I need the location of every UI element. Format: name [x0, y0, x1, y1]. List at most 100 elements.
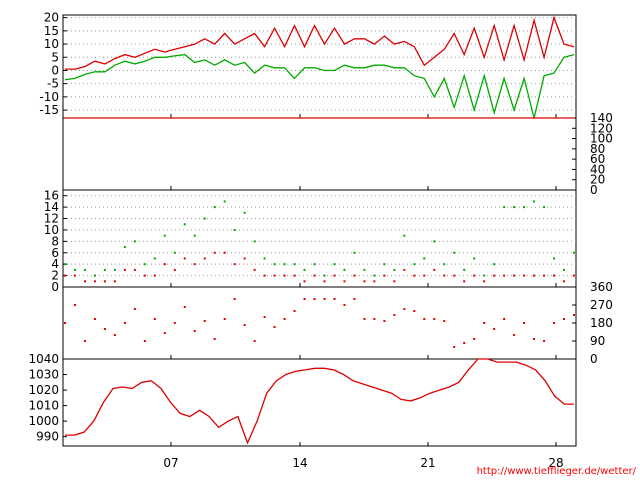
- panel-3-series-red-point: [143, 274, 146, 277]
- panel-3-series-red-point: [533, 274, 536, 277]
- chart-panels: 20151050-5-10-15140120100806040200161412…: [28, 11, 612, 470]
- panel-5-frame: [62, 358, 577, 447]
- panel-3-series-red-point: [93, 280, 96, 283]
- panel-3-series-red-point: [303, 280, 306, 283]
- panel-3-series-red-point: [103, 280, 106, 283]
- panel-1-y-tick-label: 10: [44, 37, 59, 51]
- panel-3-series-red-point: [423, 274, 426, 277]
- panel-3-series-green-point: [133, 240, 136, 243]
- x-tick-label: 21: [420, 456, 435, 470]
- panel-3-series-red-point: [413, 274, 416, 277]
- panel-3-series-green-point: [273, 263, 276, 266]
- panel-4-series-red-point: [543, 340, 546, 342]
- panel-4-series-red-point: [293, 310, 296, 312]
- panel-3-series-red-point: [513, 274, 516, 277]
- panel-3-series-green-point: [503, 206, 506, 209]
- panel-4-y-tick-label: 180: [590, 316, 613, 330]
- panel-3-series-green-point: [223, 200, 226, 203]
- panel-4-series-red-point: [283, 318, 286, 320]
- panel-3-series-red-point: [83, 280, 86, 283]
- panel-3-series-red-point: [393, 280, 396, 283]
- panel-4-series-red-point: [383, 320, 386, 322]
- panel-4-series-red-point: [353, 298, 356, 300]
- panel-4-series-red-point: [423, 318, 426, 320]
- panel-4-series-red-point: [113, 334, 116, 336]
- panel-3-series-green-point: [523, 206, 526, 209]
- panel-4-series-red-point: [373, 318, 376, 320]
- panel-4-y-tick-label: 90: [590, 334, 605, 348]
- panel-3-series-red-point: [163, 263, 166, 266]
- panel-4-series-red-point: [333, 298, 336, 300]
- panel-3-series-green-point: [103, 268, 106, 271]
- panel-3-series-red-point: [463, 280, 466, 283]
- panel-3-series-red-point: [233, 263, 236, 266]
- panel-1-y-tick-label: 15: [44, 24, 59, 38]
- panel-3-series-green-point: [333, 263, 336, 266]
- panel-3-series-green-point: [533, 200, 536, 203]
- panel-4-series-red-point: [493, 328, 496, 330]
- panel-4-series-red-point: [323, 298, 326, 300]
- panel-4-series-red-point: [223, 318, 226, 320]
- panel-3-series-green-point: [463, 268, 466, 271]
- panel-3-series-red-point: [223, 251, 226, 254]
- panel-3-series-green-point: [493, 263, 496, 266]
- panel-4-series-red-point: [523, 322, 526, 324]
- panel-3-series-red-point: [523, 274, 526, 277]
- panel-3-series-green-point: [373, 274, 376, 277]
- panel-3-series-red-point: [293, 274, 296, 277]
- panel-1-y-tick-label: -10: [39, 90, 59, 104]
- panel-3-series-green-point: [93, 274, 96, 277]
- panel-3-series-green-point: [433, 240, 436, 243]
- panel-3-series-green-point: [573, 251, 575, 254]
- panel-5-y-tick-label: 1040: [28, 352, 59, 366]
- panel-4-series-red-point: [253, 340, 256, 342]
- panel-3-series-green-point: [163, 234, 166, 237]
- panel-4-series-red-point: [93, 318, 96, 320]
- panel-3-series-red-point: [183, 257, 186, 260]
- panel-3-series-green-point: [343, 268, 346, 271]
- panel-5-y-tick-label: 1010: [28, 399, 59, 413]
- panel-3-series-red-point: [343, 280, 346, 283]
- panel-3-series-red-point: [433, 268, 436, 271]
- panel-4-y-tick-label: 0: [590, 352, 598, 366]
- panel-4-series-red-point: [133, 308, 136, 310]
- panel-3-series-green-point: [203, 217, 206, 220]
- panel-3-series-red-point: [333, 274, 336, 277]
- panel-1-y-tick-label: 20: [44, 11, 59, 25]
- panel-3-series-green-point: [453, 251, 456, 254]
- panel-3-series-green-point: [443, 263, 446, 266]
- panel-4-series-red-point: [503, 318, 506, 320]
- source-link[interactable]: http://www.tiefflieger.de/wetter/: [477, 466, 637, 477]
- panel-4-series-red-point: [533, 338, 536, 340]
- panel-3-series-green-point: [543, 206, 546, 209]
- panel-4-series-red-point: [363, 318, 366, 320]
- panel-4-series-red-point: [563, 318, 566, 320]
- panel-3-y-tick-label: 0: [51, 280, 59, 294]
- panel-4-series-red-point: [183, 306, 186, 308]
- panel-3-series-red-point: [353, 274, 356, 277]
- panel-1-y-tick-label: 5: [51, 50, 59, 64]
- panel-3-series-red-point: [273, 274, 276, 277]
- panel-3-series-green-point: [153, 257, 156, 260]
- panel-4-series-red-point: [453, 346, 456, 348]
- panel-3-frame: [62, 189, 577, 288]
- panel-5-y-tick-label: 1000: [28, 414, 59, 428]
- panel-5-y-tick-label: 990: [36, 430, 59, 444]
- panel-3-series-green-point: [213, 206, 216, 209]
- panel-3-series-red-point: [553, 274, 556, 277]
- panel-3-series-green-point: [253, 240, 256, 243]
- panel-4-series-red-point: [273, 326, 276, 328]
- panel-3-series-red-point: [453, 274, 456, 277]
- panel-4-series-red-point: [64, 322, 66, 324]
- panel-3-series-green-point: [243, 211, 246, 214]
- panel-3-series-red-point: [253, 268, 256, 271]
- panel-3-series-red-point: [64, 274, 66, 277]
- panel-3-series-green-point: [263, 257, 266, 260]
- panel-3-series-green-point: [483, 274, 486, 277]
- panel-3-series-red-point: [543, 274, 546, 277]
- panel-4-series-red-point: [263, 316, 266, 318]
- panel-3-series-green-point: [403, 234, 406, 237]
- panel-3-series-red-point: [383, 274, 386, 277]
- panel-3-series-red-point: [473, 274, 476, 277]
- x-tick-label: 07: [163, 456, 178, 470]
